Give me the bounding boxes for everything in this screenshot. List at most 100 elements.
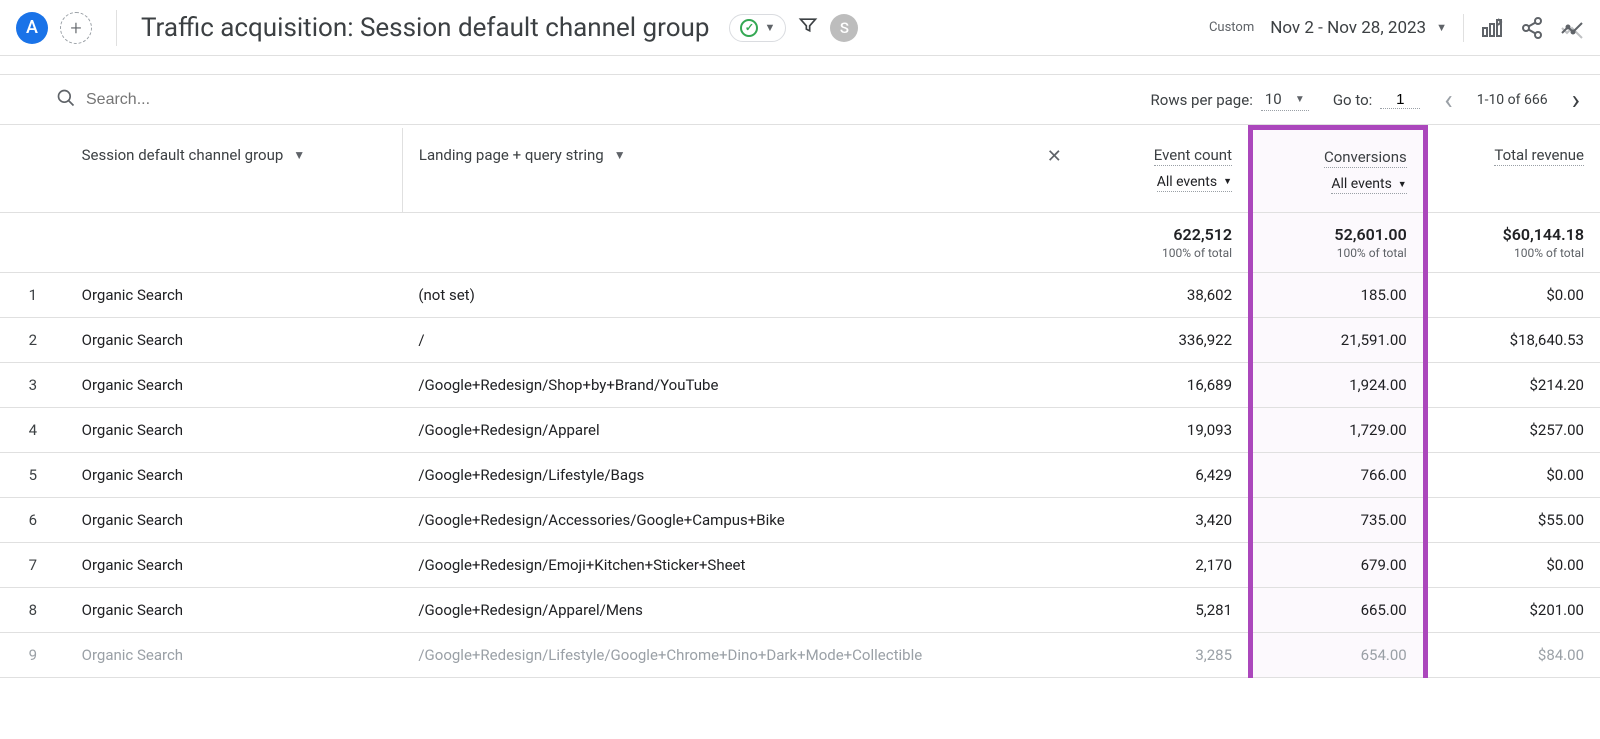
row-index: 6 bbox=[0, 498, 66, 543]
rows-per-page: Rows per page: 10 ▼ bbox=[1151, 88, 1309, 111]
row-index: 3 bbox=[0, 363, 66, 408]
chevron-down-icon: ▼ bbox=[1398, 179, 1407, 190]
chevron-down-icon: ▼ bbox=[614, 148, 626, 162]
date-picker[interactable]: Nov 2 - Nov 28, 2023 ▼ bbox=[1270, 18, 1447, 38]
row-page: /Google+Redesign/Apparel/Mens bbox=[402, 588, 1075, 633]
remove-dimension-button[interactable]: ✕ bbox=[1047, 146, 1062, 167]
row-channel: Organic Search bbox=[66, 498, 403, 543]
table-row[interactable]: 1Organic Search(not set)38,602185.00$0.0… bbox=[0, 273, 1600, 318]
row-event-count: 38,602 bbox=[1076, 273, 1251, 318]
row-conversions: 679.00 bbox=[1251, 543, 1426, 588]
row-index: 2 bbox=[0, 318, 66, 363]
metric-revenue-header[interactable]: Total revenue bbox=[1494, 146, 1584, 166]
row-event-count: 16,689 bbox=[1076, 363, 1251, 408]
table-row[interactable]: 6Organic Search/Google+Redesign/Accessor… bbox=[0, 498, 1600, 543]
row-index: 4 bbox=[0, 408, 66, 453]
row-conversions: 654.00 bbox=[1251, 633, 1426, 678]
row-conversions: 735.00 bbox=[1251, 498, 1426, 543]
row-event-count: 3,285 bbox=[1076, 633, 1251, 678]
metric-conversions-header[interactable]: Conversions bbox=[1324, 148, 1407, 168]
avatar[interactable]: A bbox=[16, 12, 48, 44]
table-row[interactable]: 3Organic Search/Google+Redesign/Shop+by+… bbox=[0, 363, 1600, 408]
total-event-count: 622,512 bbox=[1092, 225, 1232, 244]
totals-row: 622,512 100% of total 52,601.00 100% of … bbox=[0, 213, 1600, 273]
row-conversions: 185.00 bbox=[1251, 273, 1426, 318]
row-page: /Google+Redesign/Emoji+Kitchen+Sticker+S… bbox=[402, 543, 1075, 588]
page-title: Traffic acquisition: Session default cha… bbox=[141, 13, 709, 43]
chevron-down-icon: ▼ bbox=[1295, 94, 1305, 105]
row-event-count: 6,429 bbox=[1076, 453, 1251, 498]
goto-input[interactable] bbox=[1380, 91, 1420, 109]
row-event-count: 3,420 bbox=[1076, 498, 1251, 543]
row-event-count: 2,170 bbox=[1076, 543, 1251, 588]
row-event-count: 5,281 bbox=[1076, 588, 1251, 633]
status-dropdown[interactable]: ✓ ▼ bbox=[729, 14, 786, 42]
row-conversions: 766.00 bbox=[1251, 453, 1426, 498]
dimension-1-label: Session default channel group bbox=[82, 146, 284, 164]
row-event-count: 19,093 bbox=[1076, 408, 1251, 453]
row-page: /Google+Redesign/Shop+by+Brand/YouTube bbox=[402, 363, 1075, 408]
controls-right: Rows per page: 10 ▼ Go to: ‹ 1-10 of 666… bbox=[1151, 83, 1580, 116]
row-index: 8 bbox=[0, 588, 66, 633]
data-table: Session default channel group ▼ Landing … bbox=[0, 125, 1600, 678]
row-page: /Google+Redesign/Lifestyle/Google+Chrome… bbox=[402, 633, 1075, 678]
filter-icon[interactable] bbox=[798, 15, 818, 40]
dimension-1-select[interactable]: Session default channel group ▼ bbox=[82, 146, 386, 164]
row-revenue: $0.00 bbox=[1425, 543, 1600, 588]
table-controls: Rows per page: 10 ▼ Go to: ‹ 1-10 of 666… bbox=[0, 74, 1600, 125]
table-row[interactable]: 2Organic Search/336,92221,591.00$18,640.… bbox=[0, 318, 1600, 363]
total-event-count-pct: 100% of total bbox=[1092, 246, 1232, 260]
customize-report-icon[interactable] bbox=[1480, 16, 1504, 40]
rows-per-page-value: 10 bbox=[1265, 90, 1282, 108]
row-page: /Google+Redesign/Lifestyle/Bags bbox=[402, 453, 1075, 498]
header-right: Custom Nov 2 - Nov 28, 2023 ▼ bbox=[1209, 14, 1584, 42]
row-page: /Google+Redesign/Accessories/Google+Camp… bbox=[402, 498, 1075, 543]
row-revenue: $0.00 bbox=[1425, 453, 1600, 498]
row-event-count: 336,922 bbox=[1076, 318, 1251, 363]
segment-badge[interactable]: S bbox=[830, 14, 858, 42]
goto: Go to: bbox=[1333, 91, 1420, 109]
check-circle-icon: ✓ bbox=[740, 19, 758, 37]
table-row[interactable]: 4Organic Search/Google+Redesign/Apparel1… bbox=[0, 408, 1600, 453]
search-input[interactable] bbox=[86, 91, 386, 109]
date-range-mode: Custom bbox=[1209, 20, 1254, 35]
row-channel: Organic Search bbox=[66, 543, 403, 588]
dimension-2-select[interactable]: Landing page + query string ▼ bbox=[419, 146, 1060, 164]
add-button[interactable]: + bbox=[60, 12, 92, 44]
row-revenue: $214.20 bbox=[1425, 363, 1600, 408]
dimension-2-label: Landing page + query string bbox=[419, 146, 604, 164]
total-revenue-pct: 100% of total bbox=[1444, 246, 1584, 260]
row-index: 7 bbox=[0, 543, 66, 588]
prev-page-button[interactable]: ‹ bbox=[1444, 83, 1452, 116]
rows-per-page-label: Rows per page: bbox=[1151, 91, 1253, 109]
table-row[interactable]: 7Organic Search/Google+Redesign/Emoji+Ki… bbox=[0, 543, 1600, 588]
chevron-down-icon: ▼ bbox=[1436, 21, 1447, 34]
row-conversions: 1,924.00 bbox=[1251, 363, 1426, 408]
share-icon[interactable] bbox=[1520, 16, 1544, 40]
row-revenue: $18,640.53 bbox=[1425, 318, 1600, 363]
event-count-filter[interactable]: All events ▼ bbox=[1157, 174, 1232, 192]
table-row[interactable]: 5Organic Search/Google+Redesign/Lifestyl… bbox=[0, 453, 1600, 498]
table-row[interactable]: 8Organic Search/Google+Redesign/Apparel/… bbox=[0, 588, 1600, 633]
total-conversions-pct: 100% of total bbox=[1269, 246, 1407, 260]
next-page-button[interactable]: › bbox=[1572, 83, 1580, 116]
row-revenue: $55.00 bbox=[1425, 498, 1600, 543]
row-channel: Organic Search bbox=[66, 318, 403, 363]
search-wrap bbox=[56, 88, 476, 112]
row-conversions: 1,729.00 bbox=[1251, 408, 1426, 453]
metric-event-count-header[interactable]: Event count bbox=[1154, 146, 1232, 166]
table-row[interactable]: 9Organic Search/Google+Redesign/Lifestyl… bbox=[0, 633, 1600, 678]
row-channel: Organic Search bbox=[66, 363, 403, 408]
date-range-text: Nov 2 - Nov 28, 2023 bbox=[1270, 18, 1426, 38]
rows-per-page-select[interactable]: 10 ▼ bbox=[1261, 88, 1309, 111]
row-page: /Google+Redesign/Apparel bbox=[402, 408, 1075, 453]
insights-icon[interactable] bbox=[1560, 16, 1584, 40]
row-revenue: $257.00 bbox=[1425, 408, 1600, 453]
conversions-filter[interactable]: All events ▼ bbox=[1331, 176, 1406, 194]
search-icon bbox=[56, 88, 76, 112]
row-revenue: $84.00 bbox=[1425, 633, 1600, 678]
total-revenue: $60,144.18 bbox=[1444, 225, 1584, 244]
row-channel: Organic Search bbox=[66, 633, 403, 678]
row-revenue: $201.00 bbox=[1425, 588, 1600, 633]
row-conversions: 665.00 bbox=[1251, 588, 1426, 633]
